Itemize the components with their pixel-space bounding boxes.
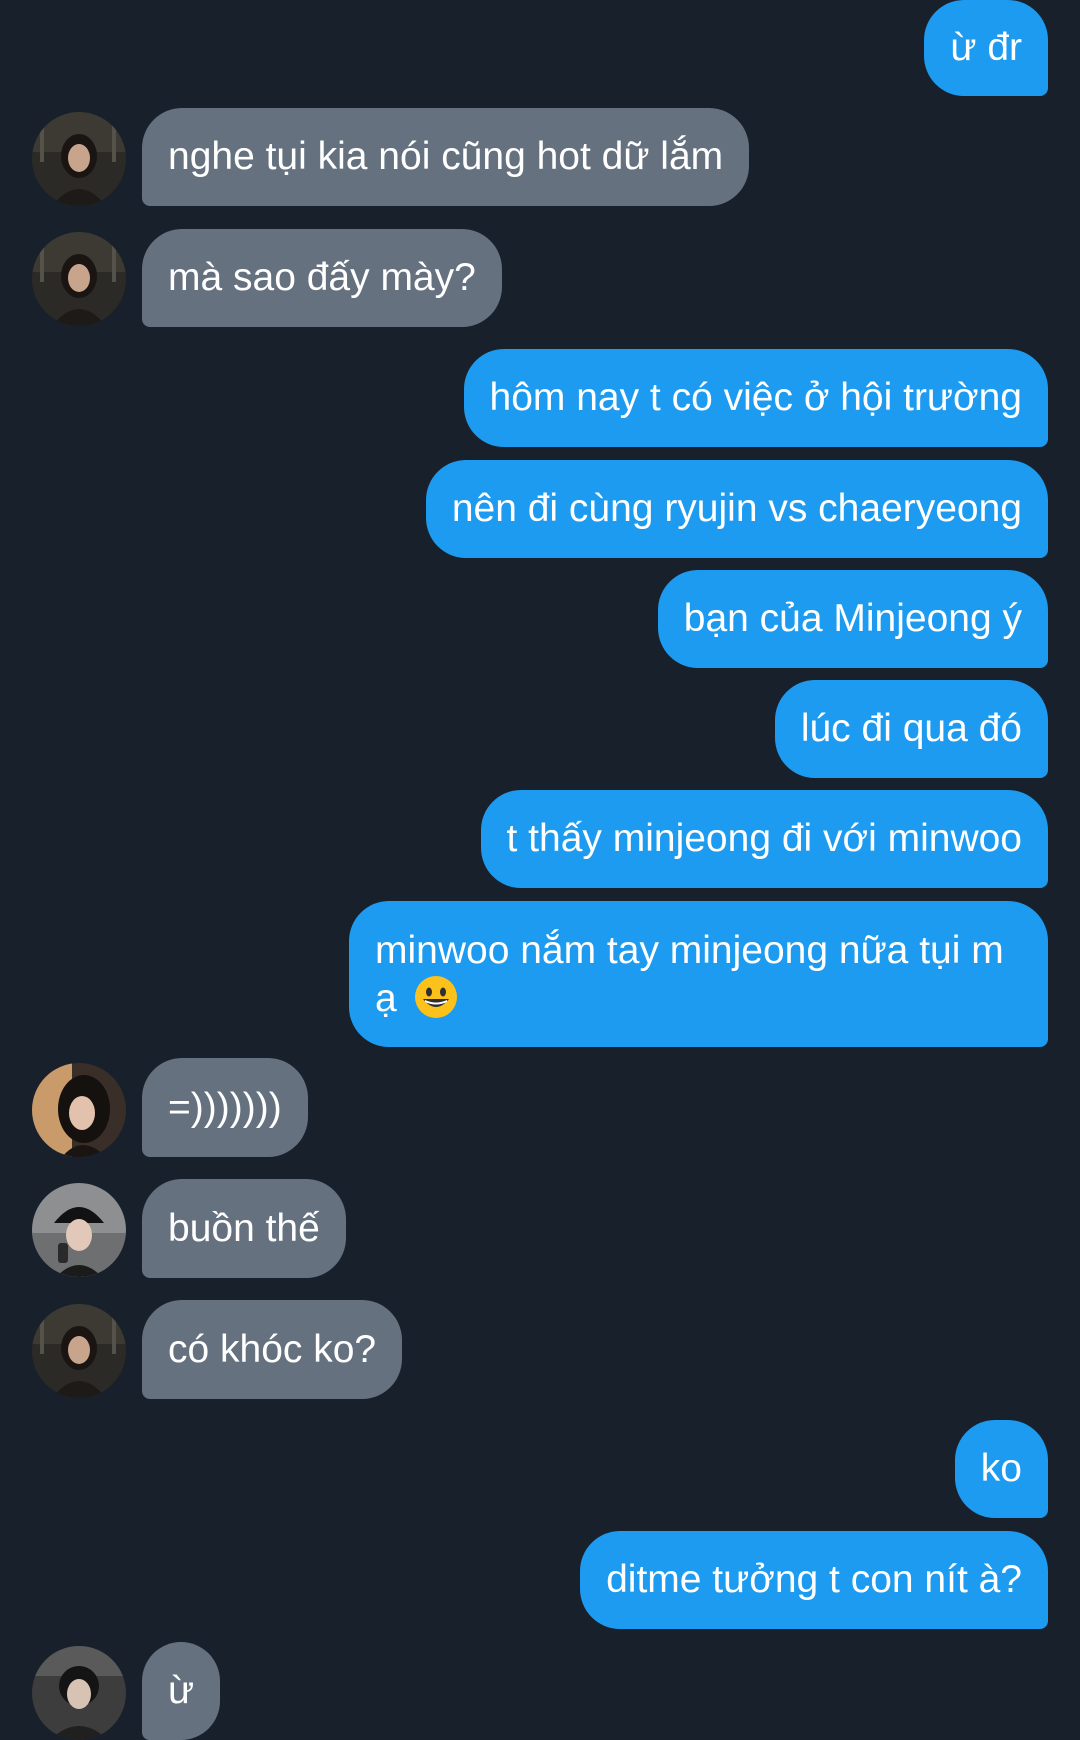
message-bubble-outgoing[interactable]: minwoo nắm tay minjeong nữa tụi m ạ [349,901,1048,1047]
avatar-a[interactable] [32,232,126,326]
message-bubble-incoming[interactable]: có khóc ko? [142,1300,403,1399]
grinning-face-emoji [414,975,458,1019]
avatar-b[interactable] [32,1063,126,1157]
avatar-d[interactable] [32,1646,126,1740]
avatar-c[interactable] [32,1183,126,1277]
message-text: minwoo nắm tay minjeong nữa tụi m ạ [375,929,1004,1020]
avatar-a[interactable] [32,1304,126,1398]
message-bubble-incoming[interactable]: buồn thế [142,1179,346,1278]
avatar-a[interactable] [32,112,126,206]
message-bubble-outgoing[interactable]: ko [954,1420,1048,1518]
message-bubble-outgoing[interactable]: t thấy minjeong đi với minwoo [480,790,1048,888]
chat-thread: ừ đr nghe tụi kia nói cũng hot dữ lắm mà… [0,0,1080,1740]
message-bubble-outgoing[interactable]: ừ đr [924,0,1048,96]
message-bubble-incoming[interactable]: =))))))) [142,1058,308,1157]
message-bubble-incoming[interactable]: nghe tụi kia nói cũng hot dữ lắm [142,108,750,206]
message-bubble-outgoing[interactable]: hôm nay t có việc ở hội trường [463,349,1048,447]
message-bubble-outgoing[interactable]: ditme tưởng t con nít à? [580,1531,1048,1629]
message-bubble-incoming[interactable]: ừ [142,1642,221,1740]
message-bubble-outgoing[interactable]: lúc đi qua đó [774,680,1048,778]
message-bubble-outgoing[interactable]: nên đi cùng ryujin vs chaeryeong [425,460,1048,558]
message-bubble-incoming[interactable]: mà sao đấy mày? [142,229,502,327]
message-bubble-outgoing[interactable]: bạn của Minjeong ý [657,570,1048,668]
